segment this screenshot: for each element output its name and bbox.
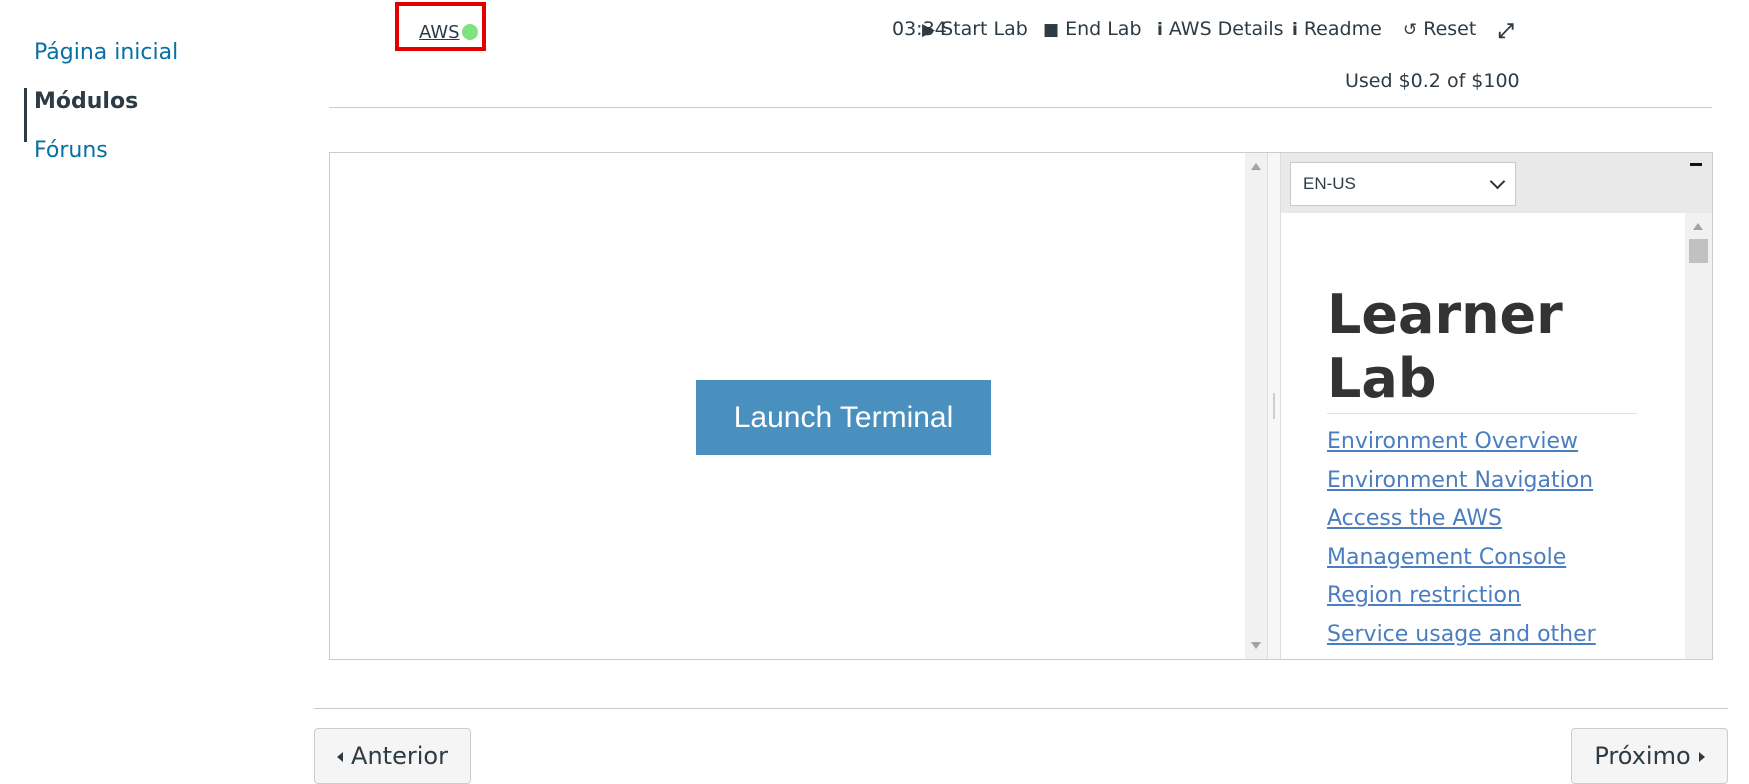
start-lab-button[interactable]: ▶ Start Lab (922, 18, 1028, 40)
readme-toc: Environment Overview Environment Navigat… (1327, 429, 1596, 659)
reset-label: Reset (1423, 18, 1477, 40)
active-indicator (24, 88, 27, 142)
language-value: EN-US (1303, 174, 1356, 193)
end-lab-label: End Lab (1065, 18, 1142, 40)
caret-right-icon (1698, 752, 1705, 762)
previous-label: Anterior (351, 742, 448, 770)
terminal-scrollbar[interactable] (1245, 153, 1267, 659)
toc-link-region-restriction[interactable]: Region restriction (1327, 583, 1521, 608)
title-divider (1327, 413, 1637, 414)
pane-resize-handle[interactable] (1267, 153, 1281, 659)
toc-link-environment-overview[interactable]: Environment Overview (1327, 429, 1578, 454)
toolbar-divider (329, 107, 1712, 108)
status-dot-icon (462, 24, 478, 40)
readme-title: Learner Lab (1327, 283, 1563, 410)
end-lab-button[interactable]: ■ End Lab (1043, 18, 1142, 40)
next-label: Próximo (1594, 742, 1691, 770)
aws-console-link[interactable]: AWS (419, 22, 460, 43)
info-icon: i (1292, 20, 1298, 40)
launch-terminal-button[interactable]: Launch Terminal (696, 380, 991, 455)
scroll-down-icon[interactable] (1251, 642, 1261, 649)
readme-pane: EN-US Learner Lab Environment Overview E… (1281, 153, 1712, 659)
chevron-down-icon (1489, 173, 1506, 190)
scroll-up-icon[interactable] (1693, 223, 1703, 230)
readme-label: Readme (1303, 18, 1382, 40)
lab-frame: Launch Terminal EN-US Learner Lab Enviro… (329, 152, 1713, 660)
readme-button[interactable]: i Readme (1292, 18, 1382, 40)
aws-status-highlight: AWS (395, 2, 486, 51)
info-icon: i (1157, 20, 1163, 40)
reset-button[interactable]: ↺ Reset (1403, 18, 1476, 40)
nav-item-home[interactable]: Página inicial (34, 40, 178, 65)
toc-link-environment-navigation[interactable]: Environment Navigation (1327, 468, 1593, 493)
start-lab-label: Start Lab (941, 18, 1028, 40)
nav-item-forums[interactable]: Fóruns (34, 138, 108, 163)
readme-scrollbar[interactable] (1685, 213, 1712, 659)
play-icon: ▶ (922, 20, 936, 40)
minimize-icon[interactable] (1690, 163, 1702, 166)
caret-left-icon (337, 752, 344, 762)
terminal-pane: Launch Terminal (330, 153, 1245, 659)
language-select[interactable]: EN-US (1290, 162, 1516, 206)
stop-icon: ■ (1043, 20, 1060, 40)
pager-divider (314, 708, 1728, 709)
scroll-thumb[interactable] (1689, 239, 1708, 263)
fullscreen-icon[interactable]: ⤢ (1498, 18, 1514, 42)
course-nav: Página inicial Módulos Fóruns (0, 0, 300, 776)
toc-link-service-usage[interactable]: Service usage and other (1327, 622, 1596, 647)
budget-usage: Used $0.2 of $100 (1345, 70, 1520, 92)
aws-details-button[interactable]: i AWS Details (1157, 18, 1284, 40)
readme-content: Learner Lab Environment Overview Environ… (1281, 213, 1685, 659)
aws-details-label: AWS Details (1168, 18, 1284, 40)
nav-item-modules[interactable]: Módulos (34, 89, 138, 114)
grip-icon (1273, 393, 1275, 419)
toc-link-access-aws[interactable]: Access the AWS (1327, 506, 1502, 531)
lab-toolbar: AWS 03:34 ▶ Start Lab ■ End Lab i AWS Detai… (300, 0, 1749, 108)
scroll-up-icon[interactable] (1251, 163, 1261, 170)
toc-link-management-console[interactable]: Management Console (1327, 545, 1566, 570)
reset-icon: ↺ (1403, 20, 1418, 40)
